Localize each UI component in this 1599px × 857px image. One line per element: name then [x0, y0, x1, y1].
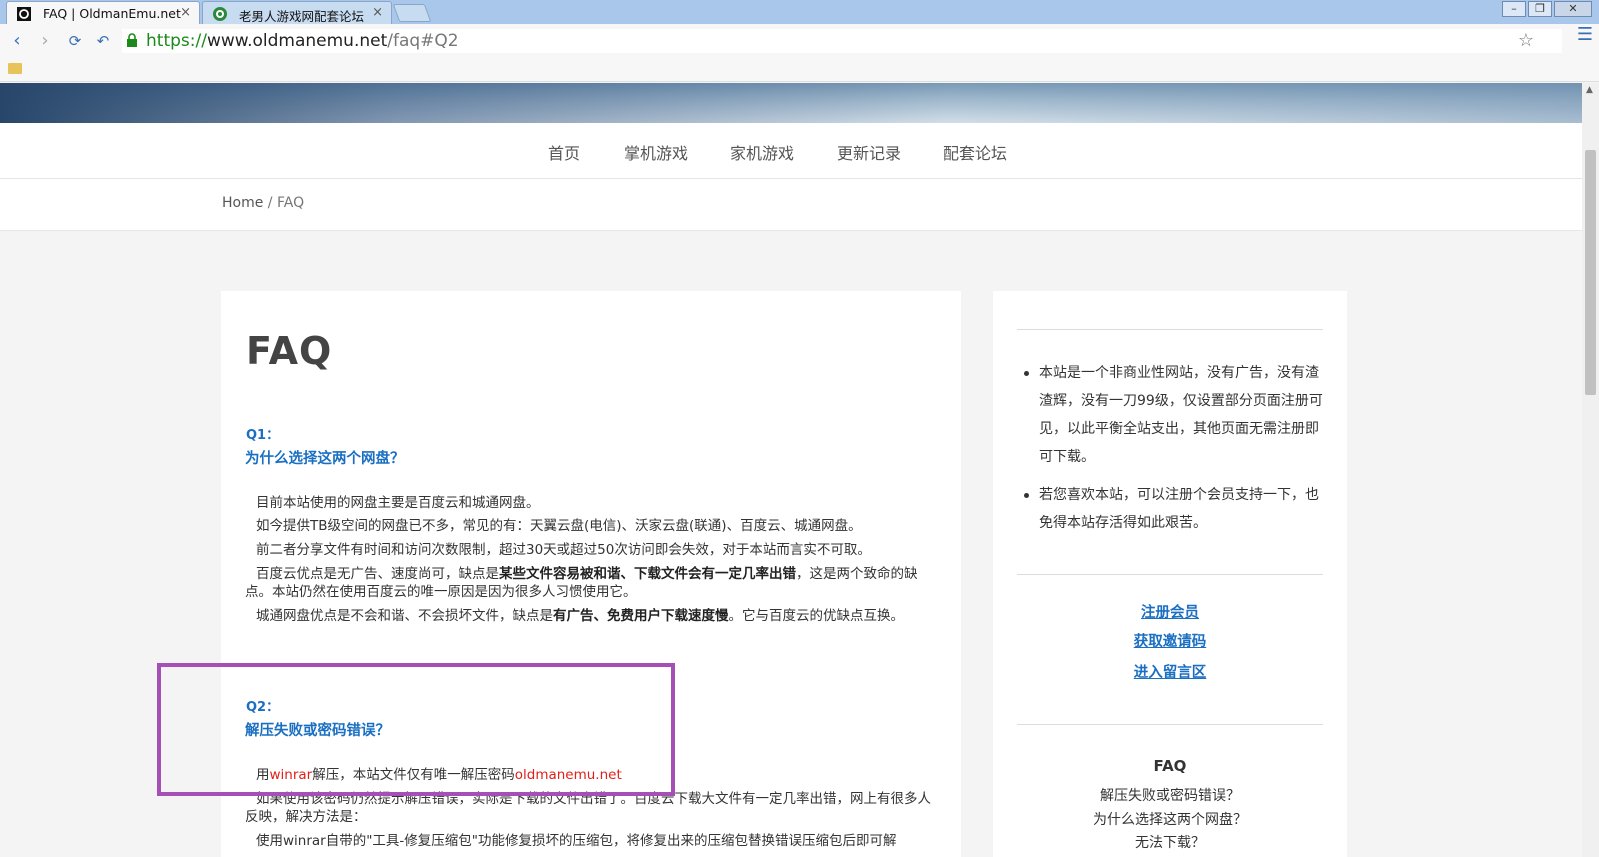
oldmanemu-favicon-icon: [17, 7, 31, 21]
header-banner: [0, 83, 1582, 123]
q1-number: Q1：: [246, 428, 280, 443]
forward-icon[interactable]: ›: [34, 31, 56, 51]
tab-forum[interactable]: 老男人游戏网配套论坛 ×: [202, 1, 392, 24]
sidebar-faq-item[interactable]: 解压失败或密码错误？: [1017, 785, 1323, 805]
bookmarks-bar: [0, 58, 1599, 82]
page-scrollbar[interactable]: ▲: [1582, 83, 1599, 857]
scrollbar-thumb[interactable]: [1585, 150, 1596, 395]
sidebar-notice-list: 本站是一个非商业性网站，没有广告，没有渣渣辉，没有一刀99级，仅设置部分页面注册…: [1017, 359, 1323, 547]
forum-favicon-icon: [213, 7, 227, 21]
q1-paragraph-5: 城通网盘优点是不会和谐、不会损坏文件，缺点是有广告、免费用户下载速度慢。它与百度…: [256, 608, 904, 624]
sidebar-divider: [1017, 329, 1323, 330]
close-tab-icon[interactable]: ×: [372, 5, 383, 20]
q1-paragraph-1: 目前本站使用的网盘主要是百度云和城通网盘。: [256, 495, 540, 511]
q2-number: Q2：: [246, 700, 280, 715]
address-bar[interactable]: https://www.oldmanemu.net/faq#Q2 ☆: [122, 29, 1562, 53]
restore-icon[interactable]: ❐: [1528, 1, 1552, 17]
url-text: https://www.oldmanemu.net/faq#Q2: [146, 31, 459, 51]
list-item: 若您喜欢本站，可以注册个会员支持一下，也免得本站存活得如此艰苦。: [1017, 481, 1323, 537]
sidebar-divider: [1017, 574, 1323, 575]
sidebar-faq-item[interactable]: 无法下载？: [1017, 832, 1323, 852]
q2-paragraph-2: 如果使用该密码仍然提示解压错误，实际是下载的文件出错了。百度云下载大文件有一定几…: [245, 791, 931, 825]
sidebar-faq-item[interactable]: 为什么选择这两个网盘？: [1017, 809, 1323, 829]
breadcrumb: Home / FAQ: [0, 179, 1582, 231]
sidebar-divider: [1017, 724, 1323, 725]
sidebar-card: 本站是一个非商业性网站，没有广告，没有渣渣辉，没有一刀99级，仅设置部分页面注册…: [993, 291, 1347, 857]
q2-paragraph-3: 使用winrar自带的"工具-修复压缩包"功能修复损坏的压缩包，将修复出来的压缩…: [256, 833, 897, 849]
page-viewport: 首页 掌机游戏 家机游戏 更新记录 配套论坛 Home / FAQ FAQ Q1…: [0, 83, 1582, 857]
back-icon[interactable]: ‹: [6, 31, 28, 51]
sidebar-faq-heading: FAQ: [1153, 757, 1187, 775]
breadcrumb-current: FAQ: [276, 195, 305, 211]
scroll-up-icon[interactable]: ▲: [1586, 85, 1593, 95]
nav-item-home[interactable]: 首页: [548, 140, 580, 164]
folder-icon[interactable]: [8, 63, 22, 74]
address-toolbar: ‹ › ⟳ ↶ https://www.oldmanemu.net/faq#Q2…: [0, 24, 1599, 58]
guestbook-link[interactable]: 进入留言区: [1017, 661, 1323, 682]
main-nav: 首页 掌机游戏 家机游戏 更新记录 配套论坛: [0, 123, 1582, 179]
lock-icon: [127, 33, 137, 47]
bookmark-star-icon[interactable]: ☆: [1518, 30, 1534, 51]
faq-content-card: FAQ Q1： 为什么选择这两个网盘？ 目前本站使用的网盘主要是百度云和城通网盘…: [221, 291, 961, 857]
tab-faq[interactable]: FAQ | OldmanEmu.net ×: [6, 1, 200, 24]
q2-paragraph-1: 用winrar解压，本站文件仅有唯一解压密码oldmanemu.net: [256, 767, 622, 783]
q2-title: 解压失败或密码错误？: [245, 723, 390, 739]
breadcrumb-home-link[interactable]: Home: [222, 195, 263, 211]
nav-item-console-games[interactable]: 家机游戏: [730, 140, 794, 164]
reload-icon[interactable]: ⟳: [64, 31, 86, 51]
menu-icon[interactable]: ☰: [1577, 24, 1593, 45]
close-tab-icon[interactable]: ×: [180, 5, 191, 20]
close-window-icon[interactable]: ✕: [1554, 1, 1592, 17]
nav-item-forum[interactable]: 配套论坛: [943, 140, 1007, 164]
tab-strip: FAQ | OldmanEmu.net × 老男人游戏网配套论坛 × – ❐ ✕: [0, 0, 1599, 24]
tab-title: FAQ | OldmanEmu.net: [43, 6, 181, 21]
q1-title: 为什么选择这两个网盘？: [245, 451, 405, 467]
minimize-icon[interactable]: –: [1502, 1, 1526, 17]
nav-item-changelog[interactable]: 更新记录: [837, 140, 901, 164]
nav-item-handheld-games[interactable]: 掌机游戏: [624, 140, 688, 164]
q1-paragraph-4: 百度云优点是无广告、速度尚可，缺点是某些文件容易被和谐、下载文件会有一定几率出错…: [245, 566, 918, 600]
undo-icon[interactable]: ↶: [92, 31, 114, 51]
q1-paragraph-3: 前二者分享文件有时间和访问次数限制，超过30天或超过50次访问即会失效，对于本站…: [256, 542, 871, 558]
new-tab-button[interactable]: [392, 4, 432, 22]
get-invite-code-link[interactable]: 获取邀请码: [1017, 630, 1323, 651]
page-title: FAQ: [246, 329, 333, 373]
list-item: 本站是一个非商业性网站，没有广告，没有渣渣辉，没有一刀99级，仅设置部分页面注册…: [1017, 359, 1323, 471]
breadcrumb-separator: /: [263, 195, 277, 211]
register-link[interactable]: 注册会员: [1017, 601, 1323, 622]
q1-paragraph-2: 如今提供TB级空间的网盘已不多，常见的有：天翼云盘(电信)、沃家云盘(联通)、百…: [256, 518, 862, 534]
tab-title: 老男人游戏网配套论坛: [239, 9, 365, 24]
